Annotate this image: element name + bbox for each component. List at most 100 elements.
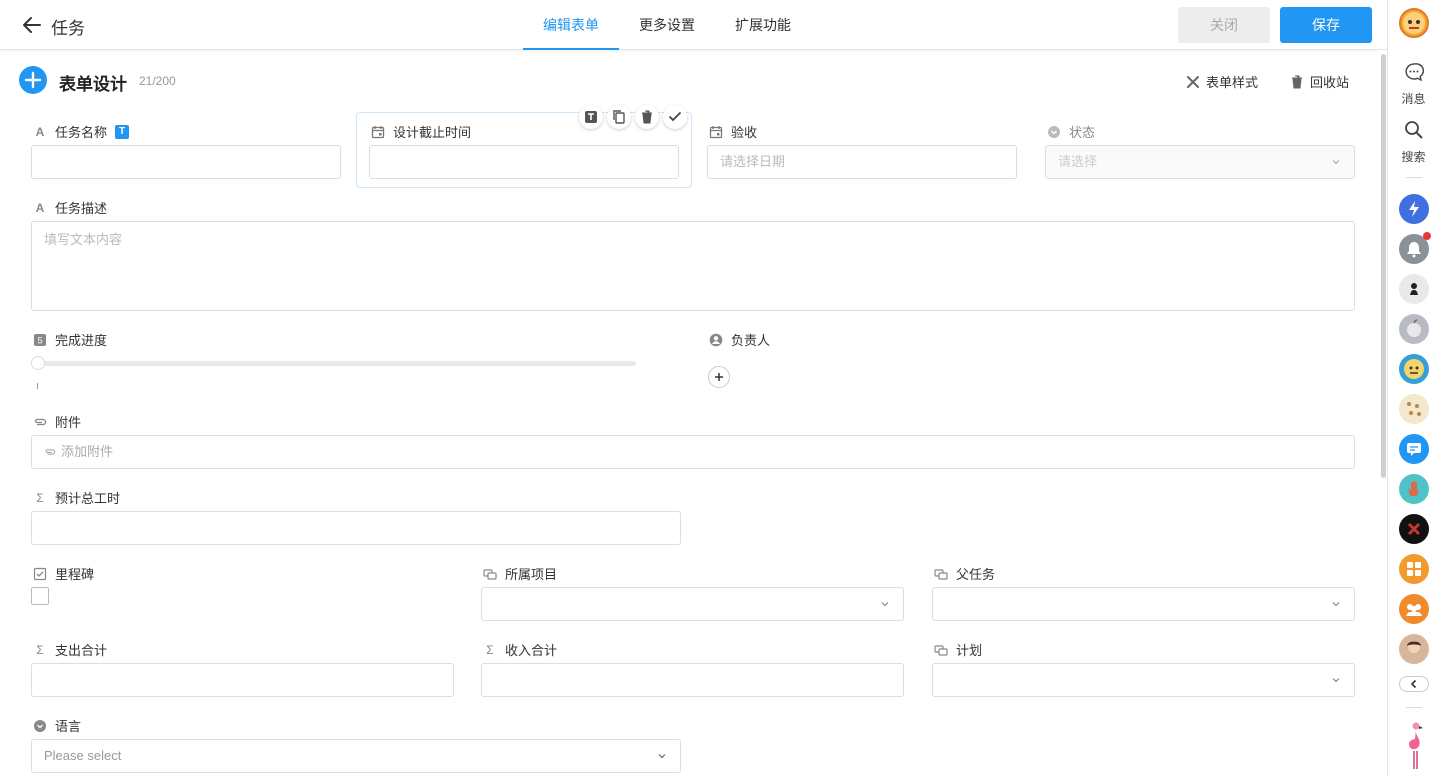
task-desc-label: A 任务描述 (33, 198, 107, 217)
parent-task-select[interactable] (932, 587, 1355, 621)
form-designer: 表单设计 21/200 表单样式 回收站 A 任务名称 T 设计截止时间 验收 … (0, 50, 1378, 776)
message-icon[interactable] (1404, 62, 1425, 85)
language-select[interactable]: Please select (31, 739, 681, 773)
chat-app-icon[interactable] (1399, 434, 1429, 464)
notification-dot (1423, 232, 1431, 240)
plus-icon (715, 373, 723, 381)
design-deadline-input[interactable] (369, 145, 679, 179)
dropdown-circle-icon (34, 719, 46, 732)
spark-app-icon[interactable] (1399, 194, 1429, 224)
badge-app-icon[interactable] (1399, 354, 1429, 384)
svg-text:5: 5 (37, 335, 42, 345)
tab-extensions[interactable]: 扩展功能 (715, 0, 811, 50)
tab-edit-form[interactable]: 编辑表单 (523, 0, 619, 50)
status-label: 状态 (1047, 122, 1095, 141)
sigma-icon: Σ (36, 642, 44, 657)
page-title: 任务 (51, 19, 85, 38)
copy-icon[interactable] (607, 105, 631, 129)
collapse-sidebar-button[interactable] (1399, 676, 1429, 692)
tools-icon (1187, 75, 1199, 88)
plan-select[interactable] (932, 663, 1355, 697)
divider (1406, 707, 1422, 708)
form-title: 表单设计 (59, 75, 127, 94)
user-icon (709, 333, 723, 346)
add-field-button[interactable] (19, 66, 47, 94)
chevron-down-icon (658, 754, 666, 759)
add-owner-button[interactable] (708, 366, 730, 388)
divider (1406, 177, 1422, 178)
text-type-icon: A (35, 200, 45, 215)
grid-app-icon[interactable] (1399, 554, 1429, 584)
task-desc-textarea[interactable]: 填写文本内容 (31, 221, 1355, 311)
tab-more-settings[interactable]: 更多设置 (619, 0, 715, 50)
apple-app-icon[interactable] (1399, 314, 1429, 344)
text-toggle-icon[interactable] (579, 105, 603, 129)
milestone-label: 里程碑 (33, 564, 94, 583)
slider-tick (37, 383, 38, 389)
hand-app-icon[interactable] (1399, 474, 1429, 504)
relation-icon (934, 644, 948, 656)
progress-slider-track[interactable] (36, 361, 636, 366)
cross-app-icon[interactable] (1399, 514, 1429, 544)
scrollbar-thumb[interactable] (1381, 54, 1386, 478)
owner-label: 负责人 (709, 330, 770, 349)
status-select[interactable]: 请选择 (1045, 145, 1355, 179)
expense-input[interactable] (31, 663, 454, 697)
progress-label: 5 完成进度 (33, 330, 107, 349)
expense-label: Σ 支出合计 (33, 640, 107, 659)
form-style-button[interactable]: 表单样式 (1186, 72, 1258, 91)
acceptance-date-input[interactable]: 请选择日期 (707, 145, 1017, 179)
save-button[interactable]: 保存 (1280, 7, 1372, 43)
trash-icon (1292, 75, 1302, 88)
chevron-down-icon (1332, 160, 1340, 165)
recycle-bin-button[interactable]: 回收站 (1290, 72, 1349, 91)
search-label: 搜索 (1401, 150, 1426, 164)
form-style-label: 表单样式 (1206, 75, 1259, 90)
user-avatar[interactable] (1399, 8, 1429, 38)
chevron-down-icon (1332, 678, 1340, 683)
close-button[interactable]: 关闭 (1178, 7, 1270, 43)
messages-label: 消息 (1401, 92, 1426, 106)
milestone-checkbox[interactable] (31, 587, 49, 605)
design-deadline-label: 设计截止时间 (371, 122, 471, 141)
project-select[interactable] (481, 587, 904, 621)
number-icon: 5 (34, 333, 46, 346)
title-badge: T (115, 124, 130, 139)
est-hours-label: Σ 预计总工时 (33, 488, 120, 507)
user-app-icon[interactable] (1399, 274, 1429, 304)
add-attachment-field[interactable]: 添加附件 (31, 435, 1355, 469)
search-icon[interactable] (1404, 120, 1424, 143)
back-arrow-icon[interactable] (20, 13, 44, 37)
delete-icon[interactable] (635, 105, 659, 129)
field-count: 21/200 (139, 74, 176, 88)
checkbox-icon (33, 567, 47, 580)
chevron-left-icon (1410, 679, 1417, 689)
est-hours-input[interactable] (31, 511, 681, 545)
paperclip-icon (45, 449, 56, 455)
avatar-app-icon[interactable] (1399, 634, 1429, 664)
task-name-label: A 任务名称 T (33, 122, 130, 141)
calendar-icon (709, 125, 723, 138)
acceptance-label: 验收 (709, 122, 757, 141)
project-label: 所属项目 (483, 564, 557, 583)
relation-icon (483, 568, 497, 580)
chevron-down-icon (1332, 602, 1340, 607)
progress-slider-handle[interactable] (31, 356, 45, 370)
right-sidebar: 消息 搜索 (1387, 0, 1438, 776)
income-input[interactable] (481, 663, 904, 697)
calendar-icon (371, 125, 385, 138)
top-bar: 任务 编辑表单 更多设置 扩展功能 关闭 保存 (0, 0, 1387, 50)
parent-task-label: 父任务 (934, 564, 995, 583)
recycle-bin-label: 回收站 (1310, 75, 1350, 90)
income-label: Σ 收入合计 (483, 640, 557, 659)
sigma-icon: Σ (36, 490, 44, 505)
task-name-input[interactable] (31, 145, 341, 179)
text-type-icon: A (35, 124, 45, 139)
group-app-icon[interactable] (1399, 594, 1429, 624)
sigma-icon: Σ (486, 642, 494, 657)
language-label: 语言 (33, 716, 81, 735)
dots-app-icon[interactable] (1399, 394, 1429, 424)
check-icon[interactable] (663, 105, 687, 129)
paperclip-icon (34, 418, 47, 425)
plus-icon (24, 71, 42, 89)
